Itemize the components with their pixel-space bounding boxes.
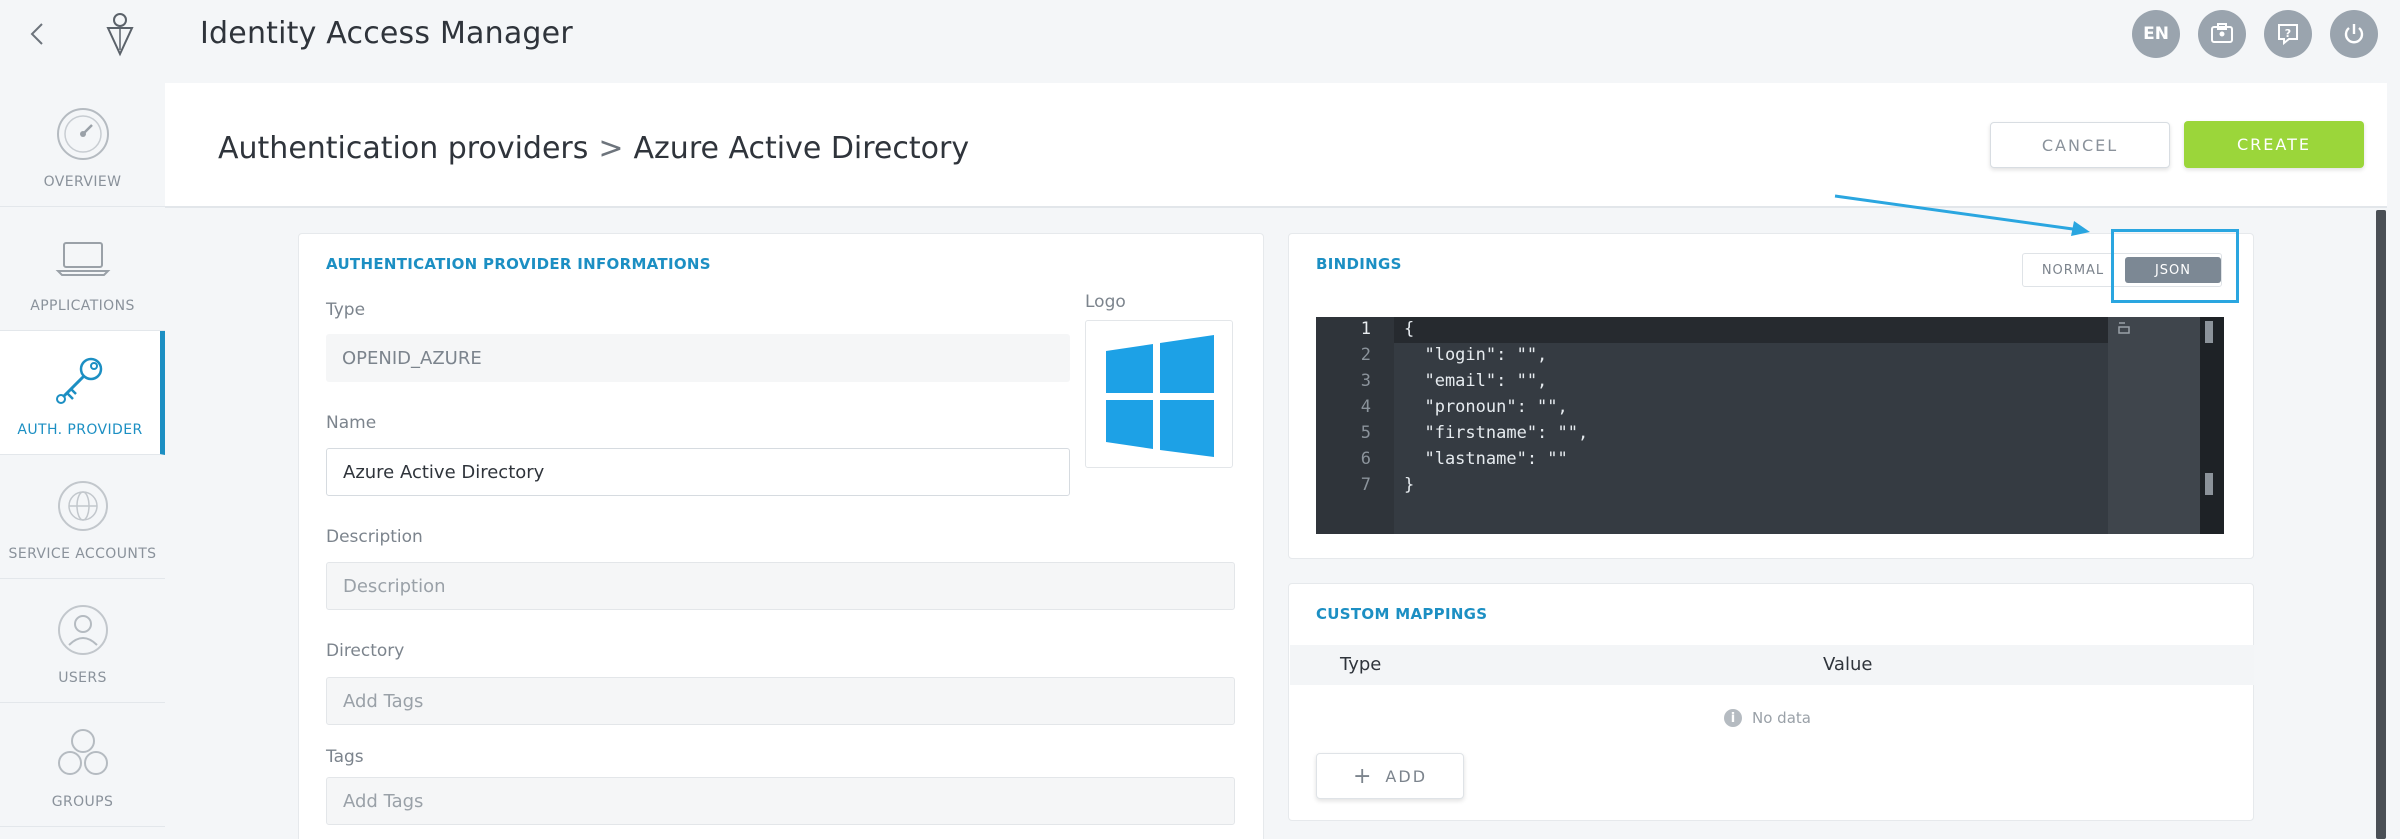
line-number: 5 xyxy=(1360,423,1371,443)
normal-mode-button[interactable]: NORMAL xyxy=(2023,254,2123,286)
editor-minimap[interactable] xyxy=(2108,317,2200,534)
code-line: } xyxy=(1404,475,1415,495)
tags-input[interactable]: Add Tags xyxy=(326,777,1235,825)
line-number: 4 xyxy=(1360,397,1371,417)
tags-label: Tags xyxy=(326,747,364,767)
sidebar: OVERVIEW APPLICATIONS AUTH. PROVIDER SER… xyxy=(0,83,165,839)
back-icon[interactable] xyxy=(24,18,52,50)
line-number: 1 xyxy=(1360,319,1371,339)
type-field: OPENID_AZURE xyxy=(326,334,1070,382)
code-line: { xyxy=(1404,319,1415,339)
no-data-message: i No data xyxy=(1724,709,1811,727)
column-header-value: Value xyxy=(1823,654,1873,675)
sidebar-item-applications[interactable]: APPLICATIONS xyxy=(0,207,165,331)
active-line-highlight xyxy=(1394,317,2184,343)
power-icon xyxy=(2344,24,2364,44)
logo-label: Logo xyxy=(1085,292,1126,312)
type-value: OPENID_AZURE xyxy=(342,347,482,369)
help-button[interactable]: ? xyxy=(2264,10,2312,58)
line-number: 2 xyxy=(1360,345,1371,365)
info-icon: i xyxy=(1724,709,1742,727)
code-line: "email": "", xyxy=(1404,371,1548,391)
globe-icon xyxy=(57,481,108,531)
key-icon xyxy=(56,357,103,404)
create-button[interactable]: CREATE xyxy=(2184,121,2364,168)
json-editor[interactable]: 1 2 3 4 5 6 7 { "login": "", "email": ""… xyxy=(1316,317,2224,534)
no-data-text: No data xyxy=(1752,709,1811,727)
description-label: Description xyxy=(326,527,423,547)
name-input[interactable]: Azure Active Directory xyxy=(326,448,1070,496)
sidebar-item-label: GROUPS xyxy=(51,794,114,810)
cancel-button[interactable]: CANCEL xyxy=(1990,122,2170,168)
directory-label: Directory xyxy=(326,641,405,661)
help-icon: ? xyxy=(2278,24,2298,46)
dashboard-icon xyxy=(56,108,109,160)
breadcrumb-separator: > xyxy=(598,131,624,166)
id-card-icon xyxy=(2211,23,2233,43)
id-card-button[interactable] xyxy=(2198,10,2246,58)
add-mapping-button[interactable]: + ADD xyxy=(1316,753,1464,799)
breadcrumb: Authentication providers > Azure Active … xyxy=(218,131,969,166)
sidebar-item-groups[interactable]: GROUPS xyxy=(0,703,165,827)
tags-placeholder: Add Tags xyxy=(343,790,424,812)
line-number: 6 xyxy=(1360,449,1371,469)
editor-scroll-marker xyxy=(2205,473,2213,495)
language-button[interactable]: EN xyxy=(2132,10,2180,58)
name-label: Name xyxy=(326,413,377,433)
top-bar: Identity Access Manager EN ? xyxy=(0,0,2400,68)
json-highlight-box xyxy=(2111,229,2239,303)
code-line: "firstname": "", xyxy=(1404,423,1589,443)
logo-box[interactable] xyxy=(1085,320,1233,468)
line-number: 3 xyxy=(1360,371,1371,391)
top-actions: EN ? xyxy=(2132,10,2378,58)
page-scrollbar[interactable] xyxy=(2376,210,2386,839)
code-line: "pronoun": "", xyxy=(1404,397,1568,417)
mappings-table-header: Type Value xyxy=(1290,645,2254,685)
bindings-title: BINDINGS xyxy=(1316,255,1402,273)
plus-icon: + xyxy=(1352,763,1374,789)
breadcrumb-parent[interactable]: Authentication providers xyxy=(218,131,588,166)
editor-scroll-thumb[interactable] xyxy=(2205,321,2213,343)
power-button[interactable] xyxy=(2330,10,2378,58)
windows-logo-icon xyxy=(1106,335,1214,457)
page-scroll-thumb[interactable] xyxy=(2376,210,2386,839)
sidebar-item-label: AUTH. PROVIDER xyxy=(17,422,143,438)
name-value: Azure Active Directory xyxy=(343,461,545,483)
editor-scrollbar[interactable] xyxy=(2200,317,2224,534)
provider-info-title: AUTHENTICATION PROVIDER INFORMATIONS xyxy=(326,255,711,273)
sidebar-item-label: USERS xyxy=(58,670,107,686)
sidebar-item-label: APPLICATIONS xyxy=(30,298,135,314)
svg-text:?: ? xyxy=(2285,27,2291,40)
app-title: Identity Access Manager xyxy=(200,16,573,51)
breadcrumb-current: Azure Active Directory xyxy=(633,131,970,166)
fold-icon[interactable] xyxy=(2117,321,2131,335)
group-icon xyxy=(57,729,108,775)
column-header-type: Type xyxy=(1340,654,1382,675)
sidebar-item-label: OVERVIEW xyxy=(43,174,122,190)
sidebar-item-auth-provider[interactable]: AUTH. PROVIDER xyxy=(0,331,165,455)
directory-placeholder: Add Tags xyxy=(343,690,424,712)
description-placeholder: Description xyxy=(343,575,446,597)
user-icon xyxy=(57,605,108,655)
app-logo xyxy=(106,13,134,57)
description-input[interactable]: Description xyxy=(326,562,1235,610)
code-line: "lastname": "" xyxy=(1404,449,1568,469)
sidebar-item-label: SERVICE ACCOUNTS xyxy=(8,546,157,562)
annotation-arrow xyxy=(1834,194,2090,236)
type-label: Type xyxy=(326,300,366,320)
directory-tags-input[interactable]: Add Tags xyxy=(326,677,1235,725)
custom-mappings-title: CUSTOM MAPPINGS xyxy=(1316,605,1488,623)
sidebar-item-service-accounts[interactable]: SERVICE ACCOUNTS xyxy=(0,455,165,579)
sidebar-item-overview[interactable]: OVERVIEW xyxy=(0,83,165,207)
laptop-icon xyxy=(55,242,110,276)
code-line: "login": "", xyxy=(1404,345,1548,365)
add-label: ADD xyxy=(1385,766,1428,786)
line-number: 7 xyxy=(1360,475,1371,495)
sidebar-item-users[interactable]: USERS xyxy=(0,579,165,703)
